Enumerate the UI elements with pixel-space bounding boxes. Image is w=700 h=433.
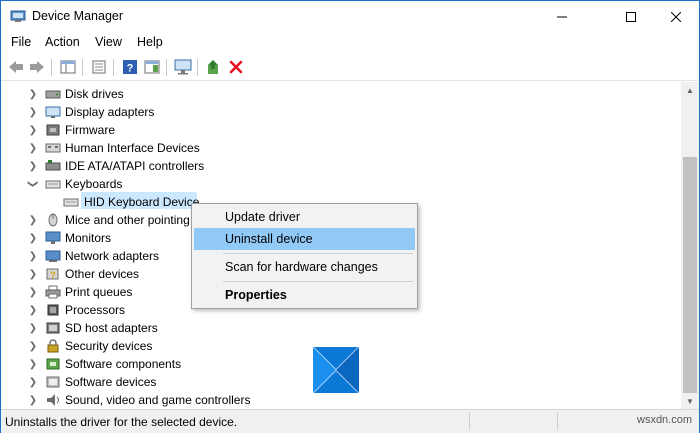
menu-help[interactable]: Help [137,35,163,49]
disk-drive-icon [45,87,61,101]
status-text: Uninstalls the driver for the selected d… [5,415,238,429]
scroll-down-icon[interactable]: ▼ [681,393,699,409]
status-divider [557,412,558,430]
uninstall-device-icon[interactable] [227,58,245,76]
toolbar-separator [51,59,52,76]
tree-item-label: Software devices [65,375,157,389]
close-button[interactable] [653,1,699,32]
other-devices-icon: ? [45,267,61,281]
chevron-right-icon[interactable]: ❯ [28,251,38,262]
tree-item-label: Security devices [65,339,153,353]
toolbar-separator [166,59,167,76]
chevron-right-icon[interactable]: ❯ [28,215,38,226]
security-device-icon [45,339,61,353]
menu-view[interactable]: View [95,35,122,49]
maximize-button[interactable] [608,1,654,32]
toolbar-separator [197,59,198,76]
sound-icon [45,393,61,407]
tree-item-label: Software components [65,357,182,371]
help-icon[interactable]: ? [121,58,139,76]
mouse-icon [45,212,61,227]
tree-item-label: Processors [65,303,126,317]
context-menu: Update driver Uninstall device Scan for … [191,203,418,309]
menu-separator [223,281,413,282]
chevron-down-icon[interactable]: ❯ [28,179,39,189]
tree-item-label: SD host adapters [65,321,158,335]
minimize-button[interactable] [539,1,585,32]
sd-host-icon [45,321,61,335]
firmware-icon [45,123,61,137]
ide-controller-icon [45,159,61,173]
software-component-icon [45,357,61,371]
device-manager-window: Device Manager File Action View Help ? ❯… [0,0,700,433]
chevron-right-icon[interactable]: ❯ [28,305,38,316]
network-adapter-icon [45,249,61,263]
svg-text:?: ? [127,63,134,75]
chevron-right-icon[interactable]: ❯ [28,395,38,406]
status-divider [469,412,470,430]
keyboard-icon [45,177,61,191]
tree-item-label: Sound, video and game controllers [65,393,251,407]
tree-item-label: Keyboards [65,177,123,191]
status-bar: Uninstalls the driver for the selected d… [1,409,699,433]
vertical-scrollbar[interactable]: ▲ ▼ [681,82,699,409]
forward-icon[interactable] [28,58,46,76]
tree-item-label: Firmware [65,123,115,137]
tree-item-label: IDE ATA/ATAPI controllers [65,159,205,173]
chevron-right-icon[interactable]: ❯ [28,89,38,100]
tree-item-label: Display adapters [65,105,155,119]
watermark-logo [312,346,360,394]
software-device-icon [45,375,61,389]
menu-update-driver[interactable]: Update driver [194,206,415,228]
chevron-right-icon[interactable]: ❯ [28,359,38,370]
chevron-right-icon[interactable]: ❯ [28,107,38,118]
chevron-right-icon[interactable]: ❯ [28,287,38,298]
menu-action[interactable]: Action [45,35,80,49]
printer-icon [45,285,61,299]
display-adapter-icon [45,105,61,119]
tree-item-label: Monitors [65,231,112,245]
tree-item-label: Print queues [65,285,133,299]
update-driver-icon[interactable] [205,58,223,76]
toolbar: ? [1,54,699,81]
chevron-right-icon[interactable]: ❯ [28,269,38,280]
title-bar[interactable]: Device Manager [1,1,699,32]
chevron-right-icon[interactable]: ❯ [28,341,38,352]
hid-icon [45,141,61,155]
menu-file[interactable]: File [11,35,31,49]
monitor-icon [45,231,61,245]
menu-uninstall-device[interactable]: Uninstall device [194,228,415,250]
device-manager-icon [10,8,26,24]
keyboard-icon [63,195,79,209]
tree-item-label: Disk drives [65,87,124,101]
properties-icon[interactable] [90,58,108,76]
menu-separator [223,253,413,254]
toolbar-separator [113,59,114,76]
chevron-right-icon[interactable]: ❯ [28,233,38,244]
menu-properties[interactable]: Properties [194,284,415,306]
watermark-text: wsxdn.com [637,414,693,426]
svg-text:?: ? [50,270,56,280]
processor-icon [45,303,61,317]
scan-hardware-icon[interactable] [174,58,192,76]
menu-bar: File Action View Help [1,32,699,54]
tree-item-label: HID Keyboard Device [84,195,200,209]
tree-item-label: Human Interface Devices [65,141,200,155]
chevron-right-icon[interactable]: ❯ [28,125,38,136]
scroll-thumb[interactable] [683,157,697,393]
chevron-right-icon[interactable]: ❯ [28,377,38,388]
tree-item-label: Other devices [65,267,140,281]
show-hide-console-tree-icon[interactable] [59,58,77,76]
scroll-up-icon[interactable]: ▲ [681,82,699,98]
toolbar-separator [82,59,83,76]
menu-scan-hardware-changes[interactable]: Scan for hardware changes [194,256,415,278]
tree-item-label: Network adapters [65,249,160,263]
chevron-right-icon[interactable]: ❯ [28,161,38,172]
window-title: Device Manager [32,9,124,23]
back-icon[interactable] [7,58,25,76]
chevron-right-icon[interactable]: ❯ [28,143,38,154]
chevron-right-icon[interactable]: ❯ [28,323,38,334]
action-pane-icon[interactable] [143,58,161,76]
